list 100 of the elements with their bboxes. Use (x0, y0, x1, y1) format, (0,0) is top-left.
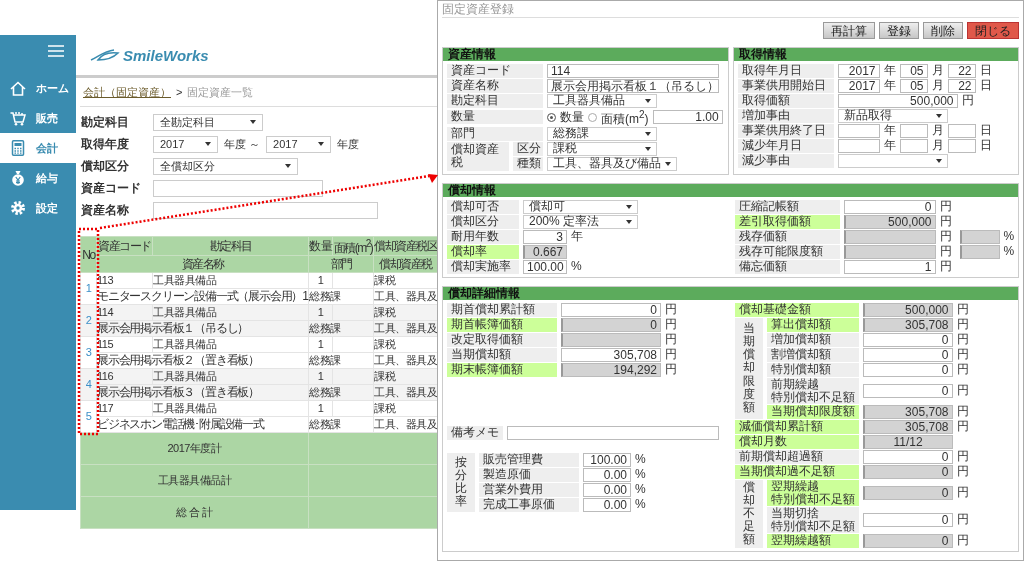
group-label: 償却不足額 (734, 479, 763, 548)
unit-label: 円 (665, 363, 677, 376)
input-field[interactable]: 0 (862, 533, 953, 548)
input-field[interactable]: 1.00 (652, 110, 723, 124)
input-field[interactable]: 0 (862, 332, 953, 347)
input-field[interactable] (959, 244, 1000, 259)
input-field[interactable]: 0 (843, 199, 936, 214)
radio-label: 面積(m$^{2}$) (601, 108, 649, 126)
nav-item[interactable]: ホーム (0, 73, 76, 103)
nav-item[interactable]: 会計 (0, 133, 76, 163)
input-field[interactable] (899, 138, 928, 153)
caret-icon (935, 113, 942, 118)
dropdown[interactable]: 償却可 (523, 199, 638, 214)
input-field[interactable] (837, 138, 880, 153)
nav-item[interactable]: 販売 (0, 103, 76, 133)
action-button[interactable]: 削除 (923, 22, 963, 39)
input-field[interactable]: 3 (523, 229, 567, 244)
input-field[interactable]: 100.00 (523, 259, 567, 274)
action-button[interactable]: 閉じる (967, 22, 1019, 39)
dropdown[interactable]: 2017 (153, 135, 218, 153)
dropdown[interactable]: 全勘定科目 (153, 113, 263, 131)
input-field[interactable]: 114 (547, 63, 719, 78)
radio-button[interactable] (588, 112, 597, 122)
input-field[interactable]: 0 (862, 362, 953, 377)
unit-label: % (635, 453, 646, 466)
unit-label: 円 (956, 465, 969, 478)
input-field[interactable]: 1 (843, 259, 936, 274)
dropdown[interactable] (837, 153, 948, 168)
unit-label: 日 (979, 124, 992, 137)
row-number-link[interactable]: 3 (85, 346, 92, 358)
field-label: 残存可能限度額 (734, 244, 840, 259)
field-label: 前期償却超過額 (734, 449, 859, 464)
field-label: 期末帳簿価額 (447, 362, 557, 377)
dropdown[interactable]: 200% 定率法 (523, 214, 638, 229)
input-field[interactable] (507, 425, 719, 440)
input-field[interactable]: 500,000 (843, 214, 936, 229)
input-field[interactable]: 22 (947, 63, 976, 78)
dropdown[interactable]: 全償却区分 (153, 157, 298, 175)
radio-button[interactable] (547, 112, 556, 122)
action-button[interactable]: 登録 (879, 22, 919, 39)
input-field[interactable]: 100.00 (583, 452, 631, 467)
dropdown[interactable]: 総務課 (547, 126, 657, 141)
field-label: 勘定科目 (447, 93, 543, 108)
breadcrumb-current: 固定資産一覧 (187, 84, 254, 100)
nav-item[interactable]: 設定 (0, 193, 76, 223)
input-field[interactable]: 05 (899, 78, 928, 93)
input-field[interactable]: 305,708 (862, 404, 953, 419)
input-field[interactable] (561, 332, 661, 347)
dropdown[interactable]: 2017 (266, 135, 332, 153)
input-field[interactable]: 2017 (837, 63, 880, 78)
breadcrumb-link[interactable]: 会計（固定資産） (83, 84, 171, 100)
input-field[interactable] (959, 229, 1000, 244)
input-field[interactable]: 305,708 (862, 317, 953, 332)
input-field[interactable]: 500,000 (837, 93, 958, 108)
input-field[interactable]: 0 (862, 464, 953, 479)
input-field[interactable] (153, 201, 378, 219)
input-field[interactable] (843, 229, 936, 244)
dropdown[interactable]: 新品取得 (837, 108, 948, 123)
input-field[interactable]: 194,292 (561, 362, 661, 377)
dropdown[interactable]: 工具、器具及び備品 (547, 156, 677, 171)
input-field[interactable]: 0 (862, 485, 953, 500)
input-field[interactable]: 0.00 (583, 482, 631, 497)
input-field[interactable]: 展示会用掲示看板１（吊るし） (547, 78, 719, 93)
input-field[interactable]: 0.667 (523, 244, 567, 259)
input-field[interactable]: 0 (862, 347, 953, 362)
input-field[interactable]: 0.00 (583, 497, 631, 512)
field-label: 販売管理費 (479, 452, 579, 467)
input-field[interactable]: 11/12 (862, 434, 953, 449)
field-label: 取得年月日 (737, 63, 834, 78)
input-field[interactable]: 0 (561, 317, 661, 332)
input-field[interactable] (153, 179, 323, 197)
input-field[interactable]: 0 (561, 302, 661, 317)
input-field[interactable]: 0.00 (583, 467, 631, 482)
total-label: 工具器具備品計 (80, 464, 309, 497)
input-field[interactable] (947, 138, 976, 153)
input-field[interactable]: 0 (862, 449, 953, 464)
input-field[interactable]: 22 (947, 78, 976, 93)
input-field[interactable]: 0 (862, 512, 953, 527)
dropdown[interactable]: 課税 (547, 141, 657, 156)
input-field[interactable]: 305,708 (862, 419, 953, 434)
input-field[interactable] (843, 244, 936, 259)
dropdown[interactable]: 工具器具備品 (547, 93, 657, 108)
field-label: 前期繰越 (770, 377, 820, 391)
nav-item[interactable]: 給与 (0, 163, 76, 193)
input-field[interactable] (837, 123, 880, 138)
input-field[interactable] (947, 123, 976, 138)
unit-label: 円 (939, 245, 952, 258)
input-field[interactable]: 05 (899, 63, 928, 78)
input-field[interactable]: 0 (862, 383, 953, 398)
input-field[interactable]: 305,708 (561, 347, 661, 362)
action-button[interactable]: 再計算 (823, 22, 875, 39)
field-label: 製造原価 (479, 467, 579, 482)
input-field[interactable]: 500,000 (862, 302, 953, 317)
menu-icon[interactable] (48, 45, 64, 57)
row-number-link[interactable]: 1 (85, 282, 92, 294)
field-label: 償却区分 (447, 214, 519, 229)
input-field[interactable]: 2017 (837, 78, 880, 93)
caret-icon (626, 219, 632, 224)
row-number-link[interactable]: 5 (85, 410, 92, 422)
input-field[interactable] (899, 123, 928, 138)
